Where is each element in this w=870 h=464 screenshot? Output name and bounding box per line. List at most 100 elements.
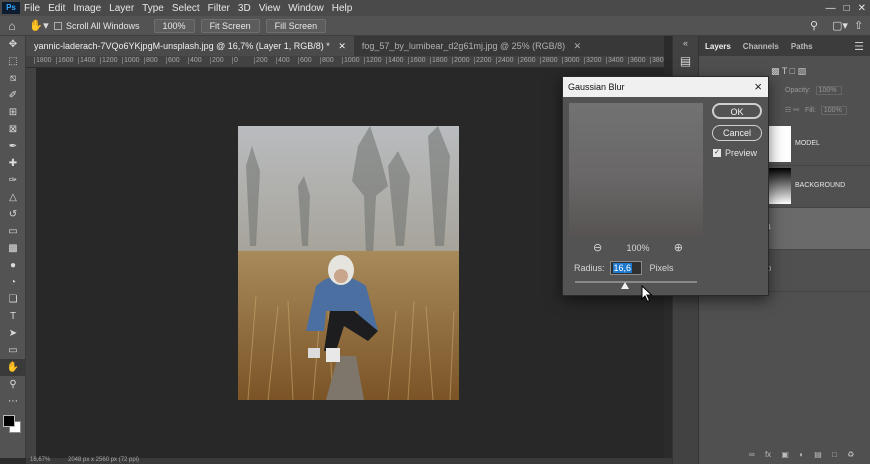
dialog-title-bar[interactable]: Gaussian Blur × — [563, 77, 768, 97]
ok-button[interactable]: OK — [712, 103, 762, 119]
checkmark-icon[interactable]: ✓ — [713, 149, 721, 157]
add-mask-icon[interactable]: ▣ — [781, 450, 789, 459]
fill-screen-button[interactable]: Fill Screen — [265, 18, 327, 33]
radius-slider-thumb[interactable] — [621, 282, 629, 289]
zoom-100-button[interactable]: 100% — [153, 18, 195, 33]
history-panel-icon[interactable]: ▤ — [673, 54, 698, 68]
radius-row: Radius: 16,6 Pixels — [574, 261, 674, 275]
blur-preview-pane[interactable] — [569, 103, 703, 237]
move-tool-icon[interactable]: ✥ — [0, 36, 26, 53]
close-tab-icon[interactable]: ✕ — [338, 41, 346, 51]
tools-panel: ✥ ⬚ ⧅ ✐ ⊞ ⊠ ✒ ✚ ✑ △ ↺ ▭ ▩ ● ◔ ❏ T ➤ ▭ ✋ … — [0, 36, 26, 458]
ruler-tick-label: 1400 — [78, 57, 96, 64]
opacity-field[interactable]: 100% — [815, 86, 842, 95]
preview-checkbox[interactable]: ✓ Preview — [713, 148, 757, 158]
menu-help[interactable]: Help — [328, 3, 357, 14]
search-icon[interactable]: ⚲ — [810, 19, 832, 32]
preview-zoom-level: 100% — [626, 242, 650, 253]
cancel-button[interactable]: Cancel — [712, 125, 762, 141]
opacity-label: Opacity: — [785, 87, 811, 94]
marquee-tool-icon[interactable]: ⬚ — [0, 53, 26, 70]
menu-image[interactable]: Image — [69, 3, 105, 14]
fx-icon[interactable]: fx — [765, 450, 771, 459]
tab-fog[interactable]: fog_57_by_lumibear_d2g61mj.jpg @ 25% (RG… — [354, 36, 589, 56]
fit-screen-button[interactable]: Fit Screen — [200, 18, 260, 33]
collapse-panels-icon[interactable]: « — [673, 38, 698, 48]
pen-tool-icon[interactable]: ❏ — [0, 291, 26, 308]
history-brush-tool-icon[interactable]: ↺ — [0, 206, 26, 223]
new-group-icon[interactable]: ▤ — [814, 450, 822, 459]
blur-tool-icon[interactable]: ● — [0, 257, 26, 274]
frame-tool-icon[interactable]: ⊠ — [0, 121, 26, 138]
lasso-tool-icon[interactable]: ⧅ — [0, 70, 26, 87]
quick-select-tool-icon[interactable]: ✐ — [0, 87, 26, 104]
hand-tool-icon[interactable]: ✋▾ — [24, 19, 54, 32]
ruler-tick-label: 3600 — [628, 57, 646, 64]
path-select-tool-icon[interactable]: ➤ — [0, 325, 26, 342]
lock-icons[interactable]: ☷ ⚯ — [785, 107, 799, 114]
menu-filter[interactable]: Filter — [204, 3, 234, 14]
gradient-tool-icon[interactable]: ▩ — [0, 240, 26, 257]
menu-type[interactable]: Type — [138, 3, 168, 14]
eyedropper-tool-icon[interactable]: ✒ — [0, 138, 26, 155]
zoom-tool-icon[interactable]: ⚲ — [0, 376, 26, 393]
home-icon[interactable]: ⌂ — [0, 19, 24, 33]
scroll-all-windows-checkbox[interactable]: Scroll All Windows — [54, 21, 140, 31]
opacity-row: Opacity: 100% — [785, 86, 842, 95]
horizontal-ruler: 1800 1600 1400 1200 1000 800 600 400 200 0 200 400 6… — [26, 56, 664, 68]
tab-layers[interactable]: Layers — [699, 42, 737, 51]
foreground-background-color-swatch[interactable] — [0, 410, 26, 440]
close-tab-icon[interactable]: ✕ — [574, 41, 582, 51]
clone-stamp-tool-icon[interactable]: △ — [0, 189, 26, 206]
fill-field[interactable]: 100% — [820, 106, 847, 115]
ruler-tick-label: 3400 — [606, 57, 624, 64]
brush-tool-icon[interactable]: ✑ — [0, 172, 26, 189]
menu-window[interactable]: Window — [284, 3, 328, 14]
ruler-tick-label: 2400 — [496, 57, 514, 64]
maximize-icon[interactable]: □ — [840, 3, 854, 14]
healing-brush-tool-icon[interactable]: ✚ — [0, 155, 26, 172]
link-layers-icon[interactable]: ∞ — [749, 450, 755, 459]
menu-edit[interactable]: Edit — [44, 3, 69, 14]
share-icon[interactable]: ⇧ — [854, 19, 870, 32]
delete-layer-icon[interactable]: ♻ — [847, 450, 854, 459]
menu-select[interactable]: Select — [168, 3, 204, 14]
tab-yannic-laderach[interactable]: yannic-laderach-7VQo6YKjpgM-unsplash.jpg… — [26, 36, 354, 56]
close-dialog-icon[interactable]: × — [754, 79, 762, 95]
menu-file[interactable]: File — [20, 3, 44, 14]
zoom-in-icon[interactable]: ⊕ — [674, 241, 683, 254]
checkbox-box[interactable] — [54, 22, 62, 31]
zoom-level: 16,67% — [30, 457, 51, 463]
photoshop-logo: Ps — [2, 2, 20, 14]
tab-channels[interactable]: Channels — [737, 42, 785, 51]
ruler-tick-label: 1800 — [34, 57, 52, 64]
minimize-icon[interactable]: — — [822, 3, 840, 14]
tab-paths[interactable]: Paths — [785, 42, 819, 51]
radius-input[interactable]: 16,6 — [609, 261, 642, 275]
crop-tool-icon[interactable]: ⊞ — [0, 104, 26, 121]
workspace-icon[interactable]: ▢▾ — [832, 19, 854, 32]
rectangle-tool-icon[interactable]: ▭ — [0, 342, 26, 359]
panel-menu-icon[interactable]: ☰ — [854, 40, 870, 53]
radius-slider[interactable] — [575, 281, 697, 283]
dodge-tool-icon[interactable]: ◔ — [0, 274, 26, 291]
menu-layer[interactable]: Layer — [105, 3, 138, 14]
adjustment-icon[interactable]: ◐ — [799, 450, 804, 459]
type-tool-icon[interactable]: T — [0, 308, 26, 325]
eraser-tool-icon[interactable]: ▭ — [0, 223, 26, 240]
foreground-color-swatch[interactable] — [3, 415, 15, 427]
zoom-out-icon[interactable]: ⊖ — [593, 241, 602, 254]
new-layer-icon[interactable]: □ — [832, 450, 837, 459]
close-window-icon[interactable]: ✕ — [854, 3, 870, 14]
more-tools-icon[interactable]: ⋯ — [0, 393, 26, 410]
ruler-tick-label: 2200 — [474, 57, 492, 64]
ruler-tick-label: 1400 — [386, 57, 404, 64]
menu-3d[interactable]: 3D — [234, 3, 255, 14]
hand-tool-icon[interactable]: ✋ — [0, 359, 26, 376]
menu-bar: Ps File Edit Image Layer Type Select Fil… — [0, 0, 870, 16]
ruler-tick-label: 2800 — [540, 57, 558, 64]
ruler-tick-label: 400 — [188, 57, 202, 64]
ruler-tick-label: 2000 — [452, 57, 470, 64]
menu-view[interactable]: View — [255, 3, 285, 14]
radius-value: 16,6 — [612, 263, 633, 273]
